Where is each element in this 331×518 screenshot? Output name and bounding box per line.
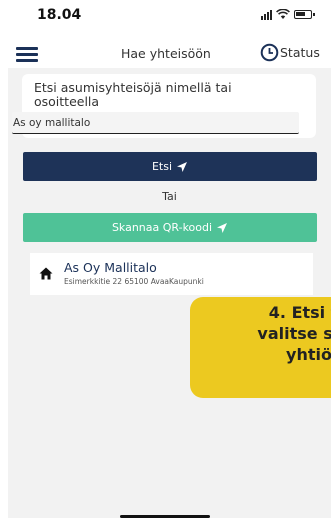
signal-icon xyxy=(261,9,272,20)
menu-icon[interactable] xyxy=(16,47,38,62)
result-address: Esimerkkitie 22 65100 AvaaKaupunki xyxy=(64,277,204,286)
wifi-icon xyxy=(276,9,290,19)
result-name: As Oy Mallitalo xyxy=(64,260,157,275)
home-icon xyxy=(39,267,53,280)
status-time: 18.04 xyxy=(37,7,82,23)
or-divider-text: Tai xyxy=(162,190,177,203)
battery-icon xyxy=(294,10,315,19)
page-title: Hae yhteisöön xyxy=(121,46,211,61)
status-icons xyxy=(261,9,315,20)
callout-line-3: yhtiö xyxy=(286,345,331,364)
callout-line-1: 4. Etsi ta xyxy=(268,303,331,322)
scan-qr-button[interactable]: Skannaa QR-koodi xyxy=(23,213,317,242)
search-button-label: Etsi xyxy=(151,160,173,173)
status-label: Status xyxy=(280,45,320,60)
status-bar: 18.04 xyxy=(8,0,331,40)
callout-line-2: valitse se p xyxy=(257,324,331,343)
search-input[interactable] xyxy=(12,112,299,134)
tutorial-callout-text: 4. Etsi ta valitse se p yhtiö xyxy=(184,302,331,365)
search-button[interactable]: Etsi xyxy=(23,152,317,181)
search-result-item[interactable]: As Oy Mallitalo Esimerkkitie 22 65100 Av… xyxy=(30,253,313,295)
send-icon xyxy=(177,161,188,172)
search-heading: Etsi asumisyhteisöjä nimellä tai osoitte… xyxy=(34,80,232,109)
nav-bar: Hae yhteisöön Status xyxy=(8,40,331,68)
app-screen: 18.04 Hae yhteisöön Status Etsi asumisyh… xyxy=(8,0,331,518)
scan-qr-label: Skannaa QR-koodi xyxy=(111,221,213,234)
clock-icon xyxy=(260,43,279,62)
send-icon xyxy=(217,222,228,233)
status-button[interactable]: Status xyxy=(260,43,320,62)
